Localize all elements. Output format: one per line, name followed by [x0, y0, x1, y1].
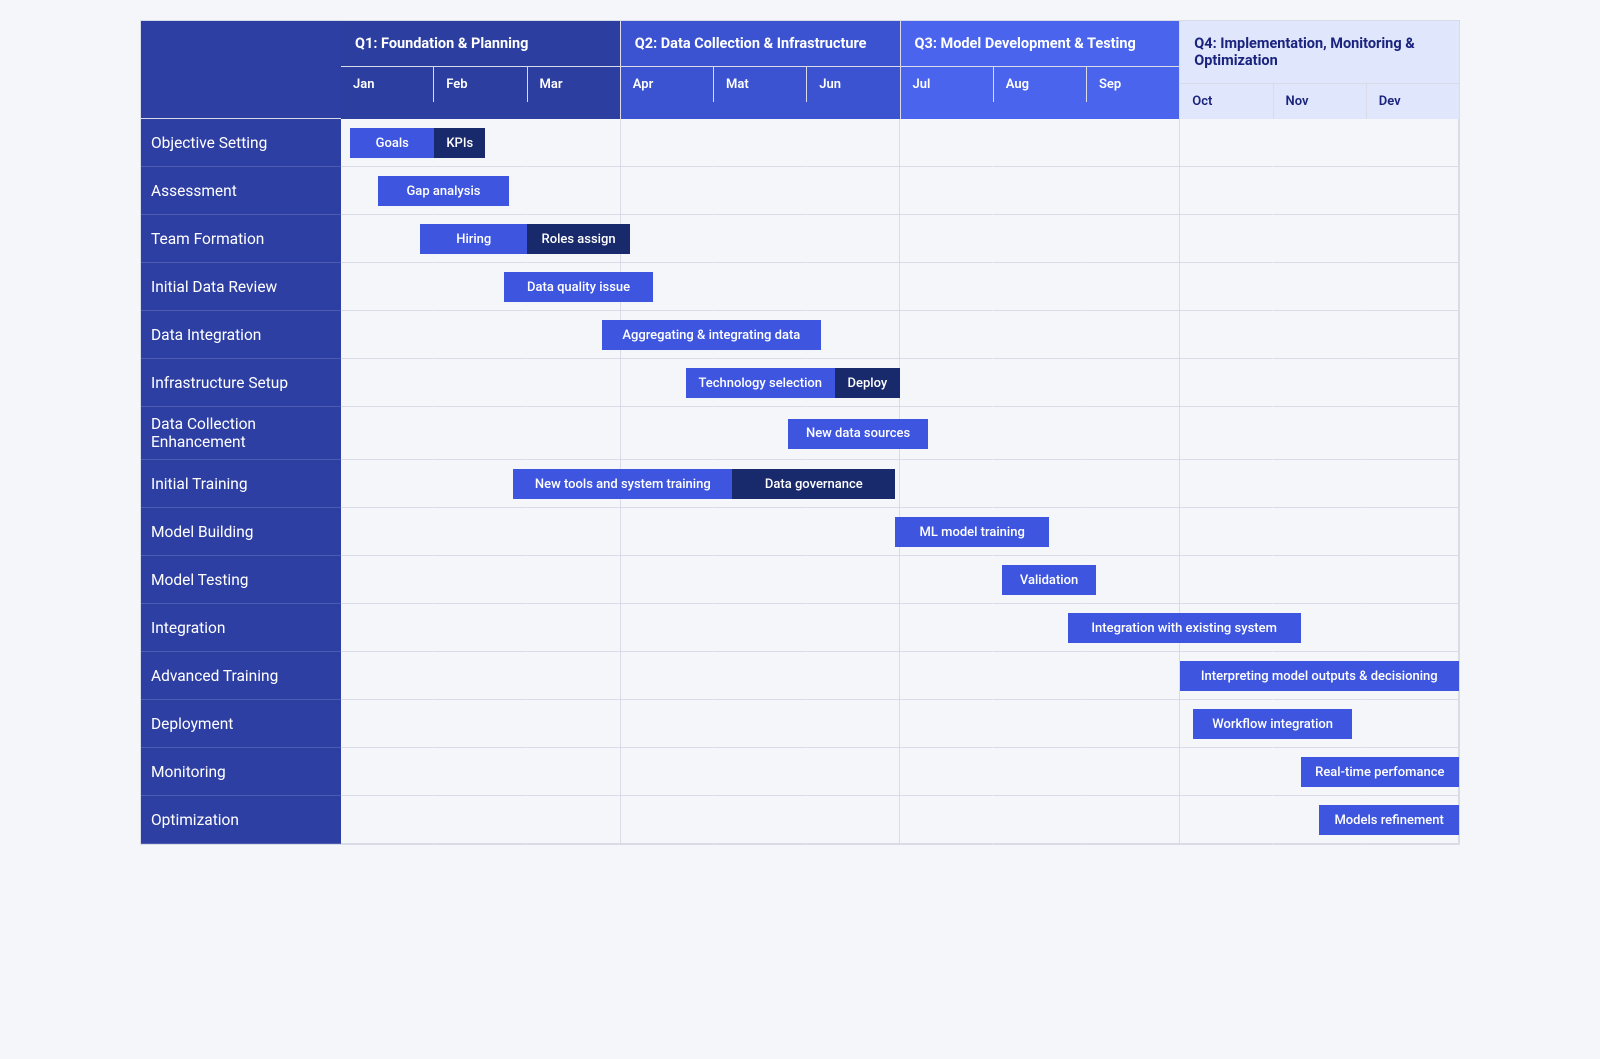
- gantt-row: Integration Integration with existing sys…: [141, 604, 1459, 652]
- row-label: Initial Data Review: [141, 263, 341, 311]
- gantt-task[interactable]: New data sources: [788, 419, 928, 449]
- row-timeline: Real-time perfomance: [341, 748, 1459, 796]
- gantt-row: Infrastructure SetupTechnology selection…: [141, 359, 1459, 407]
- gantt-task[interactable]: Real-time perfomance: [1301, 757, 1459, 787]
- gantt-task[interactable]: Workflow integration: [1193, 709, 1351, 739]
- row-label: Objective Setting: [141, 119, 341, 167]
- row-label: Model Testing: [141, 556, 341, 604]
- gantt-task[interactable]: KPIs: [434, 128, 485, 158]
- row-timeline: ML model training: [341, 508, 1459, 556]
- gantt-task[interactable]: Validation: [1002, 565, 1095, 595]
- quarter-header-q3: Q3: Model Development & TestingJulAugSep: [901, 21, 1181, 119]
- month-header: Mat: [714, 66, 807, 102]
- month-header: Mar: [528, 66, 620, 102]
- row-label: Infrastructure Setup: [141, 359, 341, 407]
- gantt-task[interactable]: Deploy: [835, 368, 900, 398]
- month-header: Jun: [807, 66, 899, 102]
- gantt-task[interactable]: Aggregating & integrating data: [602, 320, 821, 350]
- gantt-row: Data Integration Aggregating & integratin…: [141, 311, 1459, 359]
- row-label: Data Collection Enhancement: [141, 407, 341, 460]
- gantt-row: Initial Data Review Data quality issue: [141, 263, 1459, 311]
- gantt-body: Objective SettingGoalsKPIsAssessmentGap …: [141, 119, 1459, 844]
- gantt-row: Optimization Models refinement: [141, 796, 1459, 844]
- gantt-task[interactable]: ML model training: [895, 517, 1049, 547]
- gantt-row: Monitoring Real-time perfomance: [141, 748, 1459, 796]
- row-timeline: Aggregating & integrating data: [341, 311, 1459, 359]
- gantt-row: Model Building ML model training: [141, 508, 1459, 556]
- month-header: Nov: [1274, 83, 1367, 119]
- gantt-row: Model Testing Validation: [141, 556, 1459, 604]
- quarter-label: Q1: Foundation & Planning: [341, 21, 620, 66]
- month-header: Aug: [994, 66, 1087, 102]
- gantt-row: Assessment Gap analysis: [141, 167, 1459, 215]
- gantt-row: Deployment Workflow integration: [141, 700, 1459, 748]
- quarter-label: Q4: Implementation, Monitoring & Optimiz…: [1180, 21, 1459, 83]
- row-label: Advanced Training: [141, 652, 341, 700]
- month-header: Dev: [1367, 83, 1459, 119]
- gantt-row: Data Collection Enhancement New data sour…: [141, 407, 1459, 460]
- row-timeline: Technology selectionDeploy: [341, 359, 1459, 407]
- month-header: Oct: [1180, 83, 1273, 119]
- gantt-task[interactable]: Gap analysis: [378, 176, 508, 206]
- row-timeline: Models refinement: [341, 796, 1459, 844]
- gantt-task[interactable]: Data governance: [732, 469, 895, 499]
- row-label: Initial Training: [141, 460, 341, 508]
- gantt-row: Initial TrainingNew tools and system tra…: [141, 460, 1459, 508]
- row-label: Monitoring: [141, 748, 341, 796]
- row-timeline: New tools and system trainingData govern…: [341, 460, 1459, 508]
- row-timeline: Validation: [341, 556, 1459, 604]
- month-header: Sep: [1087, 66, 1179, 102]
- quarter-header-q1: Q1: Foundation & PlanningJanFebMar: [341, 21, 621, 119]
- month-header: Feb: [434, 66, 527, 102]
- quarter-header-q2: Q2: Data Collection & InfrastructureAprM…: [621, 21, 901, 119]
- gantt-row: Team FormationHiringRoles assign: [141, 215, 1459, 263]
- gantt-task[interactable]: Models refinement: [1319, 805, 1459, 835]
- quarter-label: Q2: Data Collection & Infrastructure: [621, 21, 900, 66]
- row-timeline: GoalsKPIs: [341, 119, 1459, 167]
- gantt-task[interactable]: Interpreting model outputs & decisioning: [1180, 661, 1460, 691]
- month-header: Apr: [621, 66, 714, 102]
- row-timeline: New data sources: [341, 407, 1459, 460]
- header-corner: [141, 21, 341, 119]
- gantt-task[interactable]: Roles assign: [527, 224, 629, 254]
- gantt-task[interactable]: Technology selection: [686, 368, 835, 398]
- row-timeline: Workflow integration: [341, 700, 1459, 748]
- row-timeline: Integration with existing system: [341, 604, 1459, 652]
- row-label: Model Building: [141, 508, 341, 556]
- gantt-header: Q1: Foundation & PlanningJanFebMarQ2: Da…: [141, 21, 1459, 119]
- row-timeline: Gap analysis: [341, 167, 1459, 215]
- row-label: Deployment: [141, 700, 341, 748]
- quarter-header-q4: Q4: Implementation, Monitoring & Optimiz…: [1180, 21, 1459, 119]
- gantt-row: Advanced Training Interpreting model outp…: [141, 652, 1459, 700]
- row-label: Integration: [141, 604, 341, 652]
- gantt-task[interactable]: Integration with existing system: [1068, 613, 1301, 643]
- gantt-task[interactable]: Hiring: [420, 224, 527, 254]
- row-timeline: Data quality issue: [341, 263, 1459, 311]
- gantt-task[interactable]: New tools and system training: [513, 469, 732, 499]
- row-label: Assessment: [141, 167, 341, 215]
- row-timeline: HiringRoles assign: [341, 215, 1459, 263]
- month-header: Jul: [901, 66, 994, 102]
- month-header: Jan: [341, 66, 434, 102]
- gantt-row: Objective SettingGoalsKPIs: [141, 119, 1459, 167]
- gantt-chart: Q1: Foundation & PlanningJanFebMarQ2: Da…: [140, 20, 1460, 845]
- quarter-label: Q3: Model Development & Testing: [901, 21, 1180, 66]
- row-timeline: Interpreting model outputs & decisioning: [341, 652, 1459, 700]
- row-label: Team Formation: [141, 215, 341, 263]
- gantt-task[interactable]: Data quality issue: [504, 272, 653, 302]
- row-label: Optimization: [141, 796, 341, 844]
- gantt-task[interactable]: Goals: [350, 128, 434, 158]
- row-label: Data Integration: [141, 311, 341, 359]
